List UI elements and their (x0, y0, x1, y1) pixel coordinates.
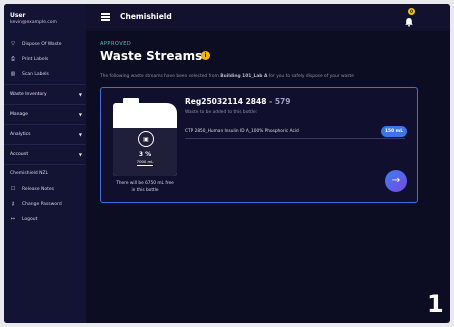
top-bar: Chemishield 0 (86, 4, 450, 31)
info-icon[interactable]: i (201, 51, 210, 60)
image-icon: ▣ (138, 131, 154, 147)
next-button[interactable]: → (385, 170, 407, 192)
user-info: User kevin@example.com (10, 12, 57, 25)
free-space-line2: in this bottle (131, 188, 159, 193)
printer-icon: ⎙ (10, 56, 15, 62)
app-label: Chemishield NZL (10, 171, 49, 176)
filter-icon: ▽ (11, 41, 15, 47)
description-suffix: for you to safely dispose of your waste (267, 74, 354, 79)
chemical-row: CTP 2850_Human Insulin ID A_100% Phospho… (185, 126, 407, 139)
user-name: User (10, 12, 26, 19)
sidebar-item-label: Dispose Of Waste (22, 41, 62, 47)
chemical-name: CTP 2850_Human Insulin ID A_100% Phospho… (185, 129, 299, 134)
sidebar-item-label: Logout (22, 216, 38, 222)
waste-stream-card: ▣ 3 % 7000 mL There will be 6750 mL free… (100, 87, 418, 203)
sidebar-item-label: Change Password (22, 201, 62, 207)
divider (4, 124, 86, 125)
caret-down-icon: ▼ (78, 152, 82, 157)
divider (4, 84, 86, 85)
caret-down-icon: ▼ (78, 92, 82, 97)
sidebar: User kevin@example.com ▽ Dispose Of Wast… (4, 4, 86, 323)
sidebar-section-manage[interactable]: Manage ▼ (10, 112, 82, 117)
page-description: The following waste streams have been se… (100, 74, 354, 79)
app-title: Chemishield (120, 12, 172, 21)
waste-label: Waste to be added to this bottle: (185, 110, 258, 115)
page-title: Waste Streams (100, 49, 203, 63)
free-space-text: There will be 6750 mL free in this bottl… (105, 180, 185, 194)
hamburger-menu-icon[interactable] (101, 13, 110, 22)
status-label: APPROVED (100, 41, 132, 47)
bell-icon (405, 18, 413, 27)
bottle-graphic: ▣ 3 % 7000 mL (113, 98, 177, 176)
sidebar-item-change-password[interactable]: ⚷ Change Password (10, 201, 62, 207)
sidebar-section-waste-inventory[interactable]: Waste Inventory ▼ (10, 92, 82, 97)
registration-id: Reg25032114 2848 - 579 (185, 97, 290, 106)
app-version-label: Chemishield NZL (10, 171, 48, 176)
caret-down-icon: ▼ (78, 112, 82, 117)
sidebar-item-release-notes[interactable]: ☐ Release Notes (10, 186, 54, 192)
user-email: kevin@example.com (10, 20, 57, 25)
bottle-body: ▣ 3 % 7000 mL (113, 103, 177, 176)
section-label: Analytics (10, 132, 31, 137)
divider (4, 164, 86, 165)
free-space-line1: There will be 6750 mL free (116, 181, 174, 186)
quantity-badge[interactable]: 150 mL (381, 126, 407, 137)
bottle-capacity: 7000 mL (113, 159, 177, 166)
app-frame: User kevin@example.com ▽ Dispose Of Wast… (4, 4, 450, 323)
notification-bell-button[interactable]: 0 (404, 8, 415, 27)
section-label: Manage (10, 112, 28, 117)
divider (4, 144, 86, 145)
logout-icon: ↦ (10, 216, 16, 222)
barcode-icon: ▥ (10, 71, 16, 77)
sidebar-item-label: Scan Labels (22, 71, 49, 77)
sidebar-item-label: Release Notes (22, 186, 55, 192)
sidebar-item-label: Print Labels (22, 56, 49, 62)
reg-suffix: - 579 (269, 97, 291, 106)
description-location: Building 101_Lab A (220, 74, 268, 79)
bottle-capacity-text: 7000 mL (136, 159, 154, 166)
reg-id: Reg25032114 2848 (185, 97, 267, 106)
sidebar-item-dispose-of-waste[interactable]: ▽ Dispose Of Waste (10, 41, 62, 47)
caret-down-icon: ▼ (78, 132, 82, 137)
divider (4, 104, 86, 105)
bottle-percent: 3 % (138, 151, 152, 158)
notification-badge: 0 (408, 8, 415, 15)
section-label: Account (10, 152, 29, 157)
sidebar-section-account[interactable]: Account ▼ (10, 152, 82, 157)
page-number: 1 (427, 290, 444, 318)
notes-icon: ☐ (10, 186, 16, 192)
section-label: Waste Inventory (10, 92, 47, 97)
key-icon: ⚷ (11, 201, 15, 207)
description-prefix: The following waste streams have been se… (100, 74, 221, 79)
sidebar-item-print-labels[interactable]: ⎙ Print Labels (10, 56, 48, 62)
sidebar-item-scan-labels[interactable]: ▥ Scan Labels (10, 71, 49, 77)
sidebar-section-analytics[interactable]: Analytics ▼ (10, 132, 82, 137)
sidebar-item-logout[interactable]: ↦ Logout (10, 216, 38, 222)
